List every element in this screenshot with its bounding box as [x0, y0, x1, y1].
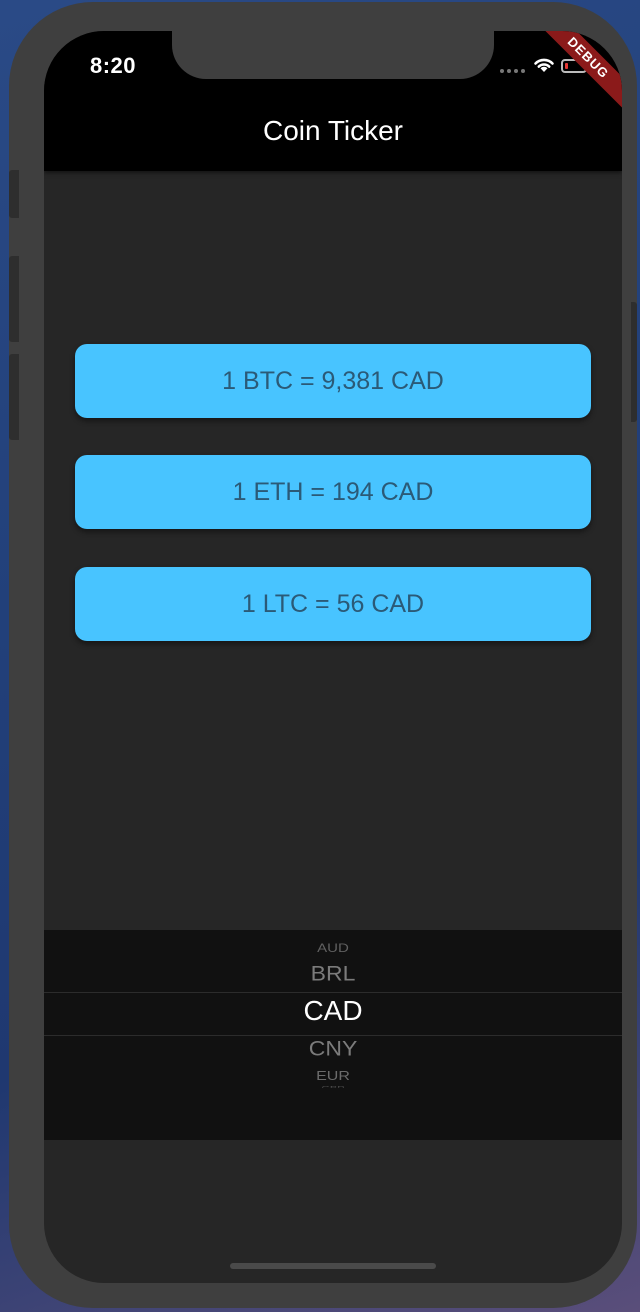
picker-item-brl[interactable]: BRL — [44, 961, 622, 986]
ltc-rate-card[interactable]: 1 LTC = 56 CAD — [75, 567, 591, 641]
app-title: Coin Ticker — [262, 115, 404, 146]
volume-down-button — [9, 354, 19, 440]
btc-rate-card[interactable]: 1 BTC = 9,381 CAD — [75, 344, 591, 418]
wifi-icon — [532, 55, 556, 78]
mute-switch — [9, 170, 19, 218]
picker-item-cad-selected[interactable]: CAD — [44, 995, 622, 1027]
picker-item-aud[interactable]: AUD — [44, 942, 622, 956]
picker-item-cny[interactable]: CNY — [44, 1036, 622, 1061]
phone-frame: 8:20 DEBUG Coin Ticker 1 BTC = 9,381 CAD… — [9, 2, 637, 1308]
notch — [172, 31, 494, 79]
eth-rate-card[interactable]: 1 ETH = 194 CAD — [75, 455, 591, 529]
picker-item-eur[interactable]: EUR — [44, 1070, 622, 1084]
cellular-signal-icon — [500, 69, 525, 73]
home-indicator[interactable] — [230, 1263, 436, 1269]
power-button — [631, 302, 637, 422]
status-time: 8:20 — [90, 53, 137, 78]
volume-up-button — [9, 256, 19, 342]
currency-picker[interactable]: AUD BRL CAD CNY EUR GBP — [44, 930, 622, 1140]
app-screen: 8:20 DEBUG Coin Ticker 1 BTC = 9,381 CAD… — [44, 31, 622, 1283]
picker-item-gbp[interactable]: GBP — [44, 1085, 622, 1088]
